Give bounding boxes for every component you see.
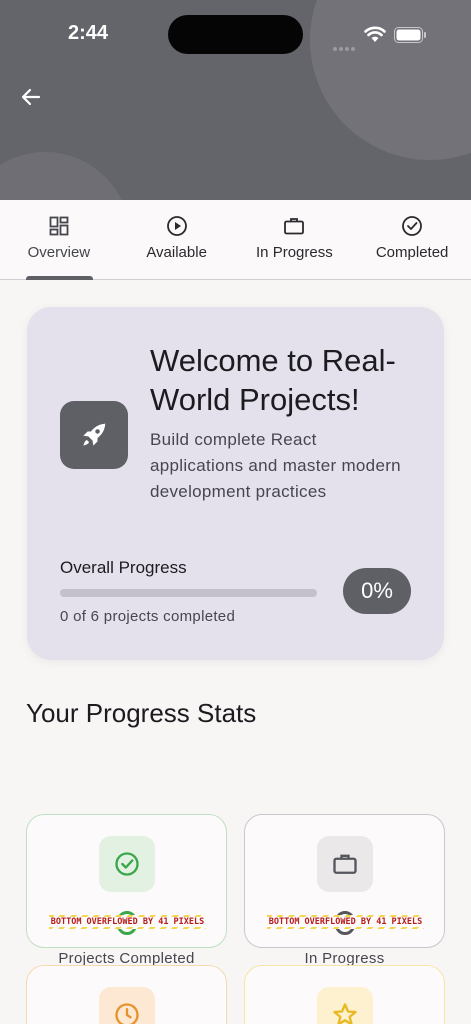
tab-label: Overview xyxy=(27,244,91,261)
tab-label: In Progress xyxy=(256,244,333,261)
stat-card-time[interactable] xyxy=(26,965,227,1024)
tab-completed[interactable]: Completed xyxy=(353,200,471,279)
overflow-text: BOTTOM OVERFLOWED BY 41 PIXELS xyxy=(266,917,425,927)
rocket-icon xyxy=(60,401,128,469)
signal-icon xyxy=(333,38,357,56)
tab-label: Available xyxy=(146,244,207,261)
welcome-title: Welcome to Real-World Projects! xyxy=(150,343,396,417)
briefcase-icon xyxy=(284,218,305,235)
wifi-icon xyxy=(364,26,386,42)
section-title: Your Progress Stats xyxy=(26,698,257,728)
stat-card-completed[interactable]: BOTTOM OVERFLOWED BY 41 PIXELS Projects … xyxy=(26,814,227,967)
briefcase-icon xyxy=(317,836,373,892)
tab-label: Completed xyxy=(375,244,449,261)
decorative-circle xyxy=(310,0,471,160)
active-tab-indicator xyxy=(26,276,93,280)
overflow-warning: BOTTOM OVERFLOWED BY 41 PIXELS xyxy=(266,915,425,929)
app-header: 2:44 xyxy=(0,0,471,200)
tab-in-progress[interactable]: In Progress xyxy=(236,200,354,279)
battery-icon xyxy=(394,27,426,43)
play-circle-icon xyxy=(166,216,187,236)
back-arrow-icon[interactable] xyxy=(16,82,46,112)
overflow-warning: BOTTOM OVERFLOWED BY 41 PIXELS xyxy=(48,915,207,929)
tab-bar: Overview Available In Progress Completed xyxy=(0,200,471,280)
tab-overview[interactable]: Overview xyxy=(0,200,118,279)
stat-card-rating[interactable] xyxy=(244,965,445,1024)
check-circle-icon xyxy=(402,216,423,236)
clock-icon xyxy=(99,987,155,1024)
status-time: 2:44 xyxy=(68,22,109,44)
overflow-text: BOTTOM OVERFLOWED BY 41 PIXELS xyxy=(48,917,207,927)
check-circle-icon xyxy=(99,836,155,892)
grid-icon xyxy=(49,216,69,236)
progress-label: Overall Progress xyxy=(60,558,187,577)
star-icon xyxy=(317,987,373,1024)
decorative-circle xyxy=(0,152,130,200)
percent-badge: 0% xyxy=(343,568,411,614)
tab-available[interactable]: Available xyxy=(118,200,236,279)
stat-card-in-progress[interactable]: BOTTOM OVERFLOWED BY 41 PIXELS In Progre… xyxy=(244,814,445,967)
progress-bar xyxy=(60,589,317,597)
welcome-subtitle: Build complete React applications and ma… xyxy=(150,430,401,501)
dynamic-island xyxy=(168,15,303,54)
welcome-card: Welcome to Real-World Projects! Build co… xyxy=(27,307,444,660)
progress-count: 0 of 6 projects completed xyxy=(60,608,236,625)
